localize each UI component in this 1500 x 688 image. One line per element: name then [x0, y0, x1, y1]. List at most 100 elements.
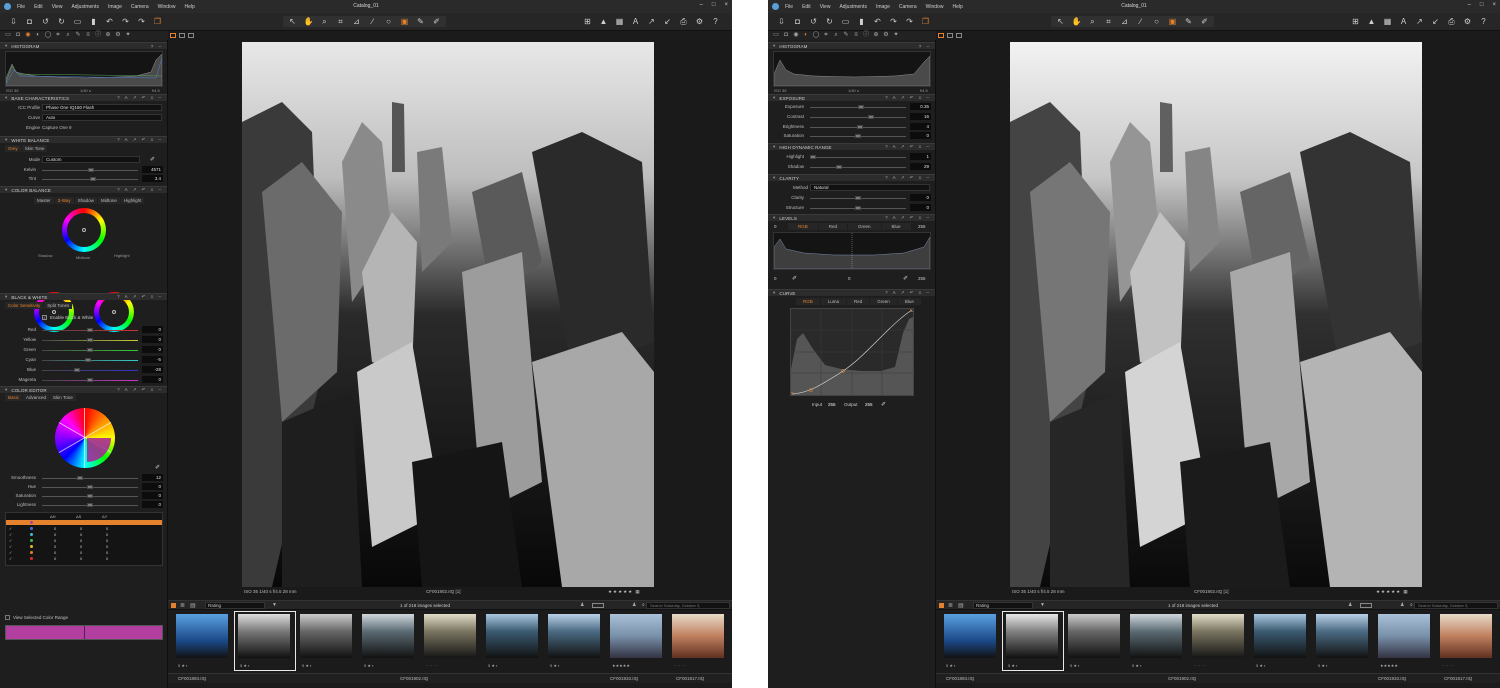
saturation-value[interactable]: 0 [142, 492, 163, 499]
menu-window[interactable]: Window [926, 4, 944, 10]
adjust-tab-icon[interactable]: ≡ [84, 32, 92, 39]
cursor-icon[interactable]: ↖ [287, 16, 298, 27]
camera-icon[interactable]: ◘ [792, 16, 803, 27]
tool-header-icons[interactable]: ? – [151, 44, 163, 49]
redo-icon[interactable]: ↷ [120, 16, 131, 27]
local-tab-icon[interactable]: ✎ [842, 32, 850, 39]
thumbnail[interactable]: 5 ★ ▪ [172, 611, 234, 671]
table-row[interactable]: ✓ 0 0 0 [6, 544, 162, 549]
tab-curve-rgb[interactable]: RGB [796, 298, 820, 305]
bw-green-value[interactable]: 0 [142, 346, 163, 353]
tab-split-tones[interactable]: Split Tones [44, 302, 73, 309]
curve-graph[interactable] [790, 308, 914, 396]
trash-icon[interactable]: ▮ [88, 16, 99, 27]
bw-green-slider[interactable] [87, 348, 93, 352]
lens-tab-icon[interactable]: ◯ [812, 32, 820, 39]
trash-icon[interactable]: ▮ [856, 16, 867, 27]
crop-tab-icon[interactable]: ⌗ [822, 32, 830, 39]
tool-header-icons[interactable]: ? A ↗ ↶ ≡ – [885, 215, 931, 221]
color-tab-icon[interactable]: ◉ [792, 32, 800, 39]
brightness-value[interactable]: 4 [910, 123, 931, 130]
tab-levels-green[interactable]: Green [848, 223, 881, 230]
keystone-icon[interactable]: ⊿ [351, 16, 362, 27]
curve-output-value[interactable]: 255 [865, 402, 873, 407]
menu-edit[interactable]: Edit [34, 4, 43, 10]
grid-view-icon[interactable] [939, 603, 944, 608]
tool-header-icons[interactable]: ? A ↗ ↶ ≡ – [885, 175, 931, 181]
local-tab-icon[interactable]: ✎ [74, 32, 82, 39]
tab-master[interactable]: Master [34, 197, 54, 204]
table-row[interactable]: ✓ 0 0 0 [6, 538, 162, 543]
midtone-color-wheel[interactable] [62, 208, 106, 252]
minimize-icon[interactable]: – [700, 2, 703, 8]
exp-saturation-value[interactable]: 0 [910, 132, 931, 139]
maximize-icon[interactable]: □ [1480, 2, 1484, 8]
process-icon[interactable]: ↙ [662, 16, 673, 27]
import-icon[interactable]: ⇩ [8, 16, 19, 27]
thumbnail[interactable]: 5 ★ ▪ [296, 611, 358, 671]
thumbnail[interactable]: · · · · · [668, 611, 730, 671]
folder-icon[interactable]: ▭ [840, 16, 851, 27]
minimize-icon[interactable]: – [1468, 2, 1471, 8]
menu-help[interactable]: Help [184, 4, 194, 10]
straighten-icon[interactable]: ∕ [1135, 16, 1146, 27]
thumbnail[interactable]: ★★★★★ [1374, 611, 1436, 671]
table-row[interactable]: ✓ 0 0 0 [6, 526, 162, 531]
ce-picker-icon[interactable]: ✐ [155, 464, 160, 471]
rotate-right-icon[interactable]: ↻ [56, 16, 67, 27]
picker-icon[interactable]: ✐ [1199, 16, 1210, 27]
export-icon[interactable]: ↗ [646, 16, 657, 27]
levels-input-high[interactable]: 255 [918, 224, 926, 229]
highlight-slider[interactable] [810, 155, 816, 159]
sort-direction-icon[interactable]: ▼ [1040, 602, 1045, 608]
warning-icon[interactable]: ▲ [1366, 16, 1377, 27]
tab-midtone[interactable]: Midtone [97, 197, 120, 204]
viewer-single-icon[interactable] [947, 33, 953, 38]
search-input[interactable]: Search Saturday, October 3, [646, 602, 730, 609]
import-icon[interactable]: ⇩ [776, 16, 787, 27]
sort-direction-icon[interactable]: ▼ [272, 602, 277, 608]
undo-icon[interactable]: ↶ [104, 16, 115, 27]
tab-highlight[interactable]: Highlight [120, 197, 145, 204]
print-icon[interactable]: ⎙ [1446, 16, 1457, 27]
bw-red-slider[interactable] [87, 328, 93, 332]
output-tab-icon[interactable]: ⊕ [872, 32, 880, 39]
close-icon[interactable]: × [1492, 2, 1496, 8]
styles-tab-icon[interactable]: ✦ [892, 32, 900, 39]
wb-picker-icon[interactable]: ✐ [150, 156, 155, 163]
rotate-right-icon[interactable]: ↻ [824, 16, 835, 27]
saturation-slider[interactable] [87, 494, 93, 498]
undo-icon[interactable]: ↶ [872, 16, 883, 27]
rotate-left-icon[interactable]: ↺ [808, 16, 819, 27]
bw-yellow-slider[interactable] [87, 338, 93, 342]
variants-icon[interactable]: ❐ [152, 16, 163, 27]
metadata-tab-icon[interactable]: ⓘ [862, 32, 870, 39]
thumbnail[interactable]: 5 ★ ▪ [1126, 611, 1188, 671]
smoothness-slider[interactable] [77, 476, 83, 480]
tool-header-icons[interactable]: ? A ↗ ↶ ≡ – [117, 294, 163, 300]
rating-stars[interactable]: ★★★★★ ▦ [608, 588, 641, 596]
process-icon[interactable]: ↙ [1430, 16, 1441, 27]
capture-tab-icon[interactable]: ◘ [14, 32, 22, 39]
proof-icon[interactable]: ▦ [1382, 16, 1393, 27]
spot-icon[interactable]: ○ [1151, 16, 1162, 27]
spot-icon[interactable]: ○ [383, 16, 394, 27]
export-icon[interactable]: ↗ [1414, 16, 1425, 27]
filmstrip-view-icon[interactable]: ▤ [958, 602, 964, 609]
batch-tab-icon[interactable]: ⚙ [882, 32, 890, 39]
grid-icon[interactable]: ⊞ [582, 16, 593, 27]
mask-icon[interactable]: ▣ [399, 16, 410, 27]
library-tab-icon[interactable]: ▭ [772, 32, 780, 39]
rating-stars[interactable]: ★★★★★ ▦ [1376, 588, 1409, 596]
levels-input-low[interactable]: 0 [774, 224, 777, 229]
crop-icon[interactable]: ⌗ [1103, 16, 1114, 27]
viewer-multi-icon[interactable] [956, 33, 962, 38]
contrast-value[interactable]: 16 [910, 113, 931, 120]
details-tab-icon[interactable]: ⌕ [64, 32, 72, 39]
thumb-size-slider[interactable] [592, 603, 604, 608]
search-input[interactable]: Search Saturday, October 3, [1414, 602, 1498, 609]
icc-profile-dropdown[interactable]: Phase One IQ180 Flash [42, 104, 162, 111]
tool-header-icons[interactable]: ? A ↗ ↶ ≡ – [885, 144, 931, 150]
maximize-icon[interactable]: □ [712, 2, 716, 8]
bw-magenta-slider[interactable] [87, 378, 93, 382]
